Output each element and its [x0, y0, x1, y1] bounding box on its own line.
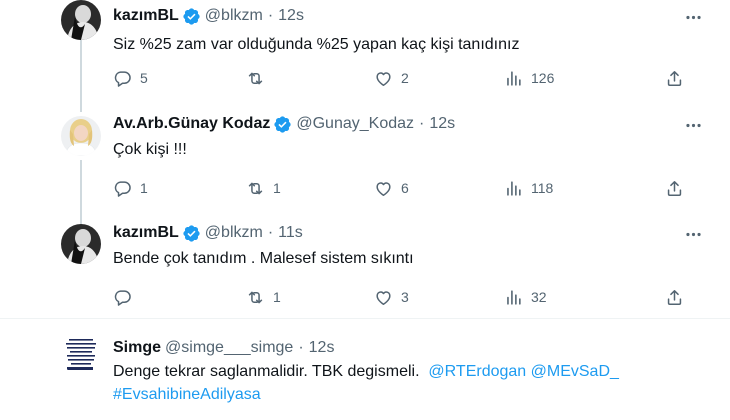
views-icon — [507, 70, 521, 86]
display-name[interactable]: Av.Arb.Günay Kodaz — [113, 115, 270, 133]
retweet-icon — [248, 72, 263, 84]
avatar[interactable] — [61, 116, 101, 156]
like-icon — [376, 290, 391, 305]
reply-icon — [114, 289, 131, 306]
retweet-icon — [248, 291, 263, 303]
display-name[interactable]: Simge — [113, 339, 161, 357]
separator-dot: · — [267, 224, 274, 241]
more-icon[interactable] — [682, 6, 704, 28]
like-icon — [376, 181, 391, 196]
views-icon — [507, 289, 521, 305]
avatar[interactable] — [61, 335, 101, 375]
tweet-text: Bende çok tanıdım . Malesef sistem sıkın… — [113, 250, 414, 267]
reply-count: 5 — [140, 70, 148, 86]
reply-button[interactable]: 5 — [113, 67, 148, 89]
separator-dot: · — [419, 115, 425, 132]
views-icon — [507, 180, 521, 196]
like-count: 3 — [401, 289, 409, 305]
retweet-icon — [248, 182, 263, 194]
timestamp[interactable]: 11s — [278, 224, 303, 242]
display-name[interactable]: kazımBL — [113, 224, 179, 242]
handle[interactable]: @blkzm — [205, 224, 263, 242]
like-button[interactable]: 3 — [374, 286, 409, 308]
avatar[interactable] — [61, 0, 101, 40]
tweet-3[interactable]: kazımBL @blkzm · 11s Bende çok tanıdım .… — [0, 216, 730, 318]
action-bar: 1 3 32 — [113, 286, 697, 308]
share-button[interactable] — [665, 286, 684, 308]
tweet-text-body: Denge tekrar saglanmalidir. TBK degismel… — [113, 363, 420, 380]
like-button[interactable]: 2 — [374, 67, 409, 89]
like-count: 6 — [401, 180, 409, 196]
hashtag-link[interactable]: #EvsahibineAdilyasa — [113, 386, 261, 403]
share-button[interactable] — [665, 67, 684, 89]
separator-dot: · — [267, 7, 274, 24]
retweet-button[interactable] — [246, 67, 273, 89]
reply-count: 1 — [140, 180, 148, 196]
views-button[interactable]: 126 — [504, 67, 554, 89]
share-button[interactable] — [665, 177, 684, 199]
like-count: 2 — [401, 70, 409, 86]
tweet-text: Siz %25 zam var olduğunda %25 yapan kaç … — [113, 36, 520, 53]
handle[interactable]: @blkzm — [205, 7, 263, 25]
action-bar: 5 2 126 — [113, 67, 697, 89]
tweet-header: Simge @simge___simge · 12s — [113, 337, 334, 359]
verified-badge-icon — [182, 224, 201, 243]
handle[interactable]: @simge___simge — [165, 339, 293, 357]
tweet-header: kazımBL @blkzm · 12s — [113, 5, 304, 27]
share-icon — [667, 289, 682, 305]
like-button[interactable]: 6 — [374, 177, 409, 199]
reply-button[interactable] — [113, 286, 140, 308]
verified-badge-icon — [182, 7, 201, 26]
more-icon[interactable] — [682, 223, 704, 245]
retweet-count: 1 — [273, 180, 281, 196]
share-icon — [667, 70, 682, 86]
display-name[interactable]: kazımBL — [113, 7, 179, 25]
tweet-1[interactable]: kazımBL @blkzm · 12s Siz %25 zam var old… — [0, 0, 730, 108]
reply-icon — [114, 180, 131, 197]
tweet-text: Denge tekrar saglanmalidir. TBK degismel… — [113, 361, 619, 383]
timestamp[interactable]: 12s — [309, 339, 335, 357]
reply-icon — [114, 70, 131, 87]
views-count: 32 — [531, 289, 547, 305]
views-button[interactable]: 32 — [504, 286, 547, 308]
retweet-button[interactable]: 1 — [246, 177, 281, 199]
more-icon[interactable] — [682, 114, 704, 136]
tweet-header: Av.Arb.Günay Kodaz @Gunay_Kodaz · 12s — [113, 113, 455, 135]
timestamp[interactable]: 12s — [429, 115, 455, 133]
share-icon — [667, 180, 682, 196]
mention-link[interactable]: @RTErdogan — [428, 363, 526, 380]
views-button[interactable]: 118 — [504, 177, 553, 199]
action-bar: 1 1 6 118 — [113, 177, 697, 199]
tweet-text-line2: #EvsahibineAdilyasa — [113, 384, 261, 406]
avatar[interactable] — [61, 224, 101, 264]
tweet-4[interactable]: Simge @simge___simge · 12s Denge tekrar … — [0, 319, 730, 420]
like-icon — [376, 71, 391, 86]
handle[interactable]: @Gunay_Kodaz — [296, 115, 414, 133]
mention-link[interactable]: @MEvSaD_ — [531, 363, 619, 380]
tweet-2[interactable]: Av.Arb.Günay Kodaz @Gunay_Kodaz · 12s Ço… — [0, 108, 730, 216]
retweet-button[interactable]: 1 — [246, 286, 281, 308]
retweet-count: 1 — [273, 289, 281, 305]
reply-button[interactable]: 1 — [113, 177, 148, 199]
separator-dot: · — [298, 339, 304, 356]
views-count: 126 — [531, 70, 555, 86]
verified-badge-icon — [273, 115, 292, 134]
tweet-text: Çok kişi !!! — [113, 141, 187, 158]
tweet-header: kazımBL @blkzm · 11s — [113, 222, 303, 244]
timestamp[interactable]: 12s — [278, 7, 304, 25]
views-count: 118 — [531, 180, 554, 196]
